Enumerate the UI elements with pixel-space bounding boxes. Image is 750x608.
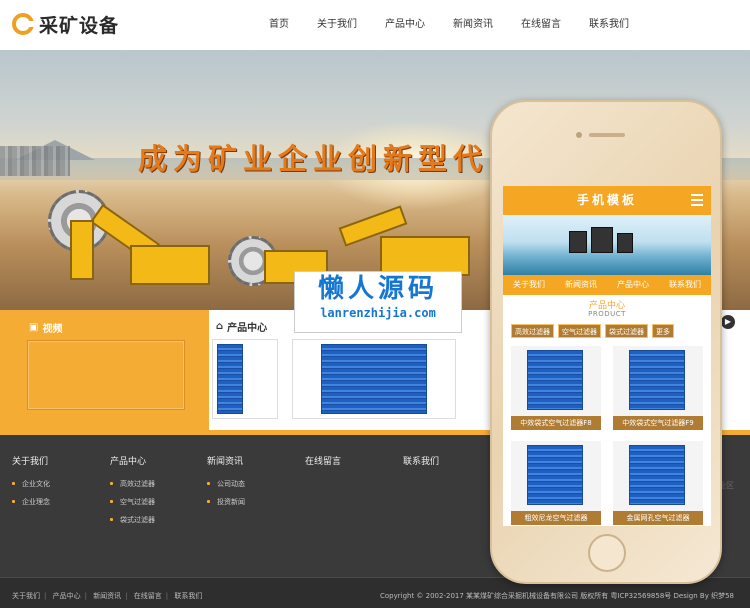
mobile-banner[interactable]	[503, 215, 711, 275]
machine-body	[70, 220, 94, 280]
mobile-card-image	[511, 346, 601, 416]
watermark-sub: lanrenzhijia.com	[320, 306, 436, 320]
footer-link[interactable]: 企业理念	[12, 497, 50, 507]
filter-image	[527, 445, 583, 505]
mobile-product-card[interactable]: 中效袋式空气过滤器F8	[511, 346, 601, 434]
next-arrow-icon[interactable]: ▶	[721, 315, 735, 329]
footer-link[interactable]: 高效过滤器	[110, 479, 155, 489]
mobile-header: 手机模板	[503, 186, 711, 215]
mobile-product-card[interactable]: 金属网孔空气过滤器	[613, 441, 703, 526]
main-nav: 首页 关于我们 产品中心 新闻资讯 在线留言 联系我们	[255, 0, 643, 50]
bottom-link[interactable]: 新闻资讯	[93, 592, 121, 600]
menu-icon[interactable]	[691, 194, 703, 206]
mobile-nav-about[interactable]: 关于我们	[503, 275, 555, 295]
filter-image	[321, 344, 427, 414]
phone-camera-icon	[576, 132, 582, 138]
phone-home-button[interactable]	[588, 534, 626, 572]
mobile-card-image	[613, 346, 703, 416]
machine-body	[130, 245, 210, 285]
mobile-card-label: 中效袋式空气过滤器F8	[511, 416, 601, 430]
filter-image	[629, 445, 685, 505]
mobile-section-sub: PRODUCT	[588, 310, 626, 318]
mobile-title: 手机模板	[576, 193, 637, 207]
bottom-link[interactable]: 关于我们	[12, 592, 40, 600]
product-thumb[interactable]	[292, 339, 456, 419]
nav-about[interactable]: 关于我们	[303, 0, 371, 50]
mobile-tab[interactable]: 高效过滤器	[511, 324, 554, 338]
mobile-nav-products[interactable]: 产品中心	[607, 275, 659, 295]
copyright: Copyright © 2002-2017 某某煤矿综合采掘机械设备有限公司 版…	[380, 592, 734, 600]
footer-link[interactable]: 企业文化	[12, 479, 50, 489]
footer-col-title[interactable]: 在线留言	[305, 454, 341, 467]
video-icon: ▣	[29, 322, 39, 333]
mobile-tab[interactable]: 空气过滤器	[558, 324, 601, 338]
phone-mockup: 手机模板 关于我们 新闻资讯 产品中心 联系我们 产品中心 PRODUCT 高效…	[490, 100, 722, 584]
footer-col-title[interactable]: 联系我们	[403, 454, 439, 467]
phone-screen: 手机模板 关于我们 新闻资讯 产品中心 联系我们 产品中心 PRODUCT 高效…	[503, 186, 711, 526]
machine-body	[380, 236, 470, 276]
bottom-link[interactable]: 联系我们	[174, 592, 202, 600]
footer-col-title[interactable]: 关于我们	[12, 454, 50, 467]
mobile-tabs: 高效过滤器 空气过滤器 袋式过滤器 更多	[511, 324, 674, 338]
mobile-nav-contact[interactable]: 联系我们	[659, 275, 711, 295]
mobile-card-label: 中效袋式空气过滤器F9	[613, 416, 703, 430]
watermark: 懒人源码 lanrenzhijia.com	[294, 271, 462, 333]
mobile-banner-device	[569, 231, 587, 253]
video-title: 视频	[42, 324, 63, 335]
home-icon: ⌂	[216, 321, 224, 332]
nav-message[interactable]: 在线留言	[507, 0, 575, 50]
footer-link[interactable]: 投资新闻	[207, 497, 245, 507]
footer-link[interactable]: 袋式过滤器	[110, 515, 155, 525]
bottom-link[interactable]: 在线留言	[134, 592, 162, 600]
mobile-card-image	[511, 441, 601, 511]
footer-col-message: 在线留言	[305, 454, 341, 479]
site-header: 采矿设备 首页 关于我们 产品中心 新闻资讯 在线留言 联系我们	[0, 0, 750, 50]
mobile-tab[interactable]: 袋式过滤器	[605, 324, 648, 338]
mobile-nav-news[interactable]: 新闻资讯	[555, 275, 607, 295]
watermark-main: 懒人源码	[317, 274, 438, 304]
mobile-product-card[interactable]: 中效袋式空气过滤器F9	[613, 346, 703, 434]
footer-col-contact: 联系我们	[403, 454, 439, 479]
banner-city	[0, 146, 70, 176]
footer-col-products: 产品中心 高效过滤器 空气过滤器 袋式过滤器	[110, 454, 155, 533]
nav-contact[interactable]: 联系我们	[575, 0, 643, 50]
bottom-link[interactable]: 产品中心	[53, 592, 81, 600]
mobile-banner-device	[617, 233, 633, 253]
phone-speaker	[589, 133, 625, 137]
logo-text: 采矿设备	[39, 14, 120, 37]
product-thumb[interactable]	[212, 339, 278, 419]
footer-link[interactable]: 空气过滤器	[110, 497, 155, 507]
mobile-nav: 关于我们 新闻资讯 产品中心 联系我们	[503, 275, 711, 295]
accent-strip	[0, 310, 13, 435]
mobile-card-label: 金属网孔空气过滤器	[613, 511, 703, 525]
footer-col-title[interactable]: 产品中心	[110, 454, 155, 467]
filter-image	[217, 344, 243, 414]
nav-home[interactable]: 首页	[255, 0, 303, 50]
footer-col-title[interactable]: 新闻资讯	[207, 454, 245, 467]
video-panel: ▣ 视频	[13, 310, 199, 435]
filter-image	[629, 350, 685, 410]
footer-link[interactable]: 公司动态	[207, 479, 245, 489]
footer-col-about: 关于我们 企业文化 企业理念	[12, 454, 50, 515]
mobile-banner-device	[591, 227, 613, 253]
video-title-wrap: ▣ 视频	[29, 320, 62, 335]
logo[interactable]: 采矿设备	[12, 12, 120, 37]
banner-slogan: 成为矿业企业创新型代	[138, 142, 489, 176]
mobile-card-label: 粗效尼龙空气过滤器	[511, 511, 601, 525]
nav-products[interactable]: 产品中心	[371, 0, 439, 50]
mobile-tab-more[interactable]: 更多	[652, 324, 674, 338]
footer-col-news: 新闻资讯 公司动态 投资新闻	[207, 454, 245, 515]
accent-strip	[199, 310, 209, 435]
products-title-wrap: ⌂ 产品中心	[216, 319, 267, 334]
footer-bottom-links: 关于我们 | 产品中心 | 新闻资讯 | 在线留言 | 联系我们	[12, 592, 203, 600]
video-player[interactable]	[27, 340, 185, 410]
filter-image	[527, 350, 583, 410]
logo-c-icon	[12, 13, 35, 35]
products-title: 产品中心	[227, 323, 268, 334]
mobile-product-card[interactable]: 粗效尼龙空气过滤器	[511, 441, 601, 526]
mobile-card-image	[613, 441, 703, 511]
nav-news[interactable]: 新闻资讯	[439, 0, 507, 50]
